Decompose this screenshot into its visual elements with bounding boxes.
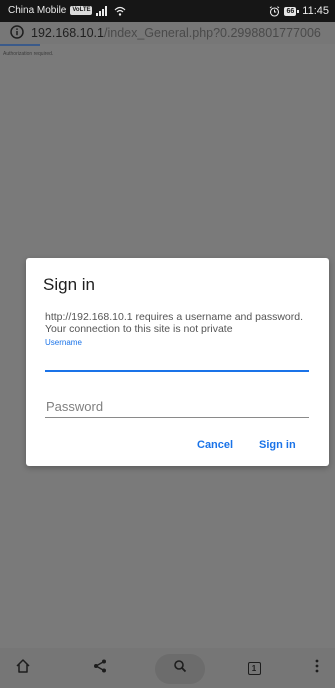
dialog-title: Sign in: [43, 275, 95, 294]
password-field[interactable]: [45, 396, 309, 418]
more-menu-icon: [315, 659, 319, 678]
search-icon: [173, 659, 187, 678]
search-button[interactable]: [155, 648, 205, 688]
bottom-toolbar: 1: [0, 648, 335, 688]
tabs-icon: 1: [247, 661, 261, 675]
volte-badge: VoLTE: [70, 6, 93, 15]
status-time: 11:45: [302, 5, 329, 17]
url-host: 192.168.10.1: [31, 26, 104, 40]
url-path: /index_General.php?0.2998801777006: [104, 26, 321, 40]
info-icon[interactable]: [10, 25, 24, 39]
more-menu-button[interactable]: [297, 648, 335, 688]
signal-icon: [96, 5, 110, 16]
wifi-icon: [114, 6, 126, 16]
url-text[interactable]: 192.168.10.1/index_General.php?0.2998801…: [31, 26, 321, 40]
share-button[interactable]: [80, 648, 120, 688]
cancel-button[interactable]: Cancel: [197, 439, 233, 451]
username-field[interactable]: [45, 354, 309, 372]
username-label: Username: [45, 338, 82, 347]
status-right: 66 11:45: [269, 5, 329, 17]
status-left: China Mobile VoLTE: [8, 5, 126, 16]
home-icon: [15, 658, 31, 679]
home-button[interactable]: [3, 648, 43, 688]
alarm-icon: [269, 5, 280, 17]
carrier-name: China Mobile: [8, 5, 67, 16]
authorization-message: Authorization required.: [3, 51, 54, 57]
sign-in-button[interactable]: Sign in: [259, 439, 296, 451]
tabs-button[interactable]: 1: [234, 648, 274, 688]
battery-indicator: 66: [284, 6, 300, 16]
tab-count: 1: [251, 663, 257, 673]
url-bar[interactable]: 192.168.10.1/index_General.php?0.2998801…: [0, 22, 335, 44]
share-icon: [92, 658, 108, 679]
sign-in-dialog: Sign in http://192.168.10.1 requires a u…: [26, 258, 329, 466]
status-bar: China Mobile VoLTE 66 11:45: [0, 0, 335, 22]
dialog-message: http://192.168.10.1 requires a username …: [45, 311, 303, 335]
